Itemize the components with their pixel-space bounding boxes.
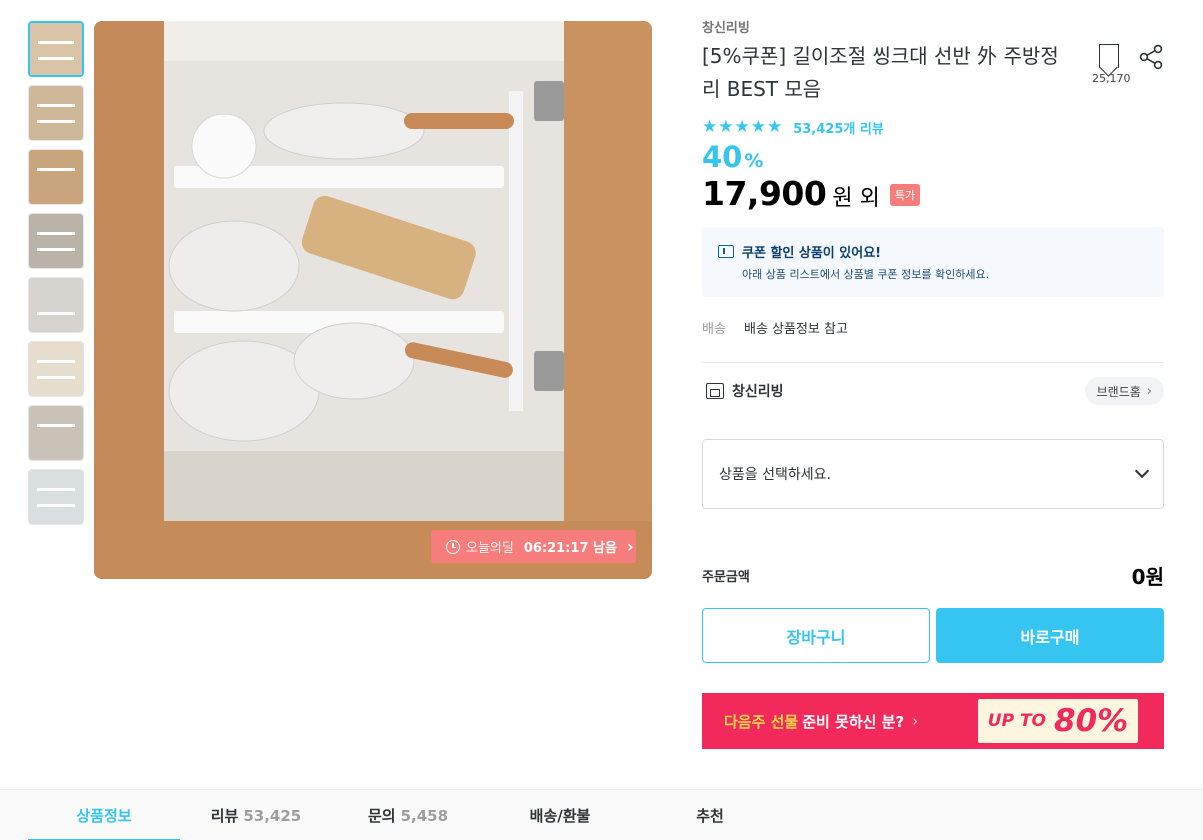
thumbnail-1[interactable]: [28, 21, 84, 77]
add-to-cart-button[interactable]: 장바구니: [702, 608, 930, 663]
thumbnail-3[interactable]: [28, 149, 84, 205]
thumbnail-list: [28, 21, 84, 533]
chevron-right-icon: ›: [1146, 383, 1152, 399]
thumbnail-7[interactable]: [28, 405, 84, 461]
tab-label: 문의: [367, 807, 396, 825]
discount-rate: 40%: [702, 140, 763, 174]
coupon-notice: 쿠폰 할인 상품이 있어요! 아래 상품 리스트에서 상품별 쿠폰 정보를 확인…: [702, 227, 1164, 297]
chevron-down-icon: [1134, 463, 1150, 479]
tab-label: 상품정보: [76, 807, 132, 825]
order-amount-value: 0원: [1131, 565, 1164, 589]
chevron-right-icon: ›: [912, 712, 919, 730]
store-name[interactable]: 창신리빙: [732, 381, 784, 401]
clock-icon: [446, 539, 460, 554]
thumbnail-4[interactable]: [28, 213, 84, 269]
divider: [702, 362, 1164, 363]
tab-recommend[interactable]: 추천: [636, 790, 784, 840]
product-main-image: [94, 21, 652, 579]
price-row: 17,900 원 외 특가: [702, 174, 921, 213]
thumbnail-2[interactable]: [28, 85, 84, 141]
brand-name[interactable]: 창신리빙: [702, 17, 750, 36]
banner-badge: UP TO 80%: [978, 699, 1138, 743]
store-icon: [706, 383, 724, 399]
thumbnail-5[interactable]: [28, 277, 84, 333]
option-select-placeholder: 상품을 선택하세요.: [719, 467, 831, 483]
bookmark-icon: [1099, 44, 1119, 68]
tab-product-info[interactable]: 상품정보: [28, 790, 180, 840]
tab-count: 5,458: [400, 806, 449, 825]
banner-highlight: 다음주 선물: [724, 712, 799, 731]
coupon-icon: [718, 245, 734, 258]
tab-shipping-refund[interactable]: 배송/환불: [484, 790, 636, 840]
bookmark-button[interactable]: 25,170: [1092, 44, 1131, 85]
rating-stars: ★★★★★: [702, 117, 784, 137]
discount-value: 40: [702, 140, 743, 174]
product-option-select[interactable]: 상품을 선택하세요.: [702, 439, 1164, 509]
buy-now-button[interactable]: 바로구매: [936, 608, 1164, 663]
store-row: 창신리빙 브랜드홈 ›: [702, 377, 1164, 405]
tab-label: 추천: [696, 807, 724, 825]
banner-badge-value: 80%: [1054, 703, 1129, 739]
banner-badge-prefix: UP TO: [987, 711, 1047, 731]
tab-questions[interactable]: 문의 5,458: [332, 790, 484, 840]
deal-label: 오늘의딜: [466, 541, 514, 556]
shipping-row: 배송 배송 상품정보 참고: [702, 318, 848, 337]
thumbnail-6[interactable]: [28, 341, 84, 397]
tab-count: 53,425: [243, 806, 302, 825]
shipping-label: 배송: [702, 322, 726, 337]
chevron-right-icon: ›: [626, 537, 634, 556]
banner-text: 준비 못하신 분?: [802, 712, 905, 731]
promo-banner[interactable]: 다음주 선물 준비 못하신 분? › UP TO 80%: [702, 693, 1164, 749]
product-title: [5%쿠폰] 길이조절 씽크대 선반 外 주방정리 BEST 모음: [702, 44, 1059, 101]
tab-label: 배송/환불: [529, 807, 591, 825]
price-unit: 원 외: [832, 186, 880, 211]
discount-unit: %: [744, 150, 764, 172]
deal-countdown: 06:21:17 남음: [523, 541, 617, 556]
tab-label: 리뷰: [210, 807, 239, 825]
share-icon: [1139, 44, 1163, 70]
today-deal-badge[interactable]: 오늘의딜 06:21:17 남음 ›: [431, 530, 636, 563]
special-badge: 특가: [889, 184, 921, 206]
order-amount-row: 주문금액 0원: [702, 561, 1164, 590]
thumbnail-8[interactable]: [28, 469, 84, 525]
brand-home-button[interactable]: 브랜드홈 ›: [1084, 377, 1164, 405]
coupon-subtitle: 아래 상품 리스트에서 상품별 쿠폰 정보를 확인하세요.: [742, 268, 990, 281]
review-count-link[interactable]: 53,425개 리뷰: [793, 118, 884, 137]
price-value: 17,900: [702, 174, 827, 213]
shipping-value: 배송 상품정보 참고: [744, 322, 848, 337]
coupon-title: 쿠폰 할인 상품이 있어요!: [742, 246, 882, 261]
order-amount-label: 주문금액: [702, 570, 750, 585]
tab-reviews[interactable]: 리뷰 53,425: [180, 790, 332, 840]
rating-row: ★★★★★ 53,425개 리뷰: [702, 117, 884, 137]
share-button[interactable]: [1139, 44, 1163, 70]
brand-home-label: 브랜드홈: [1096, 384, 1141, 399]
product-tab-bar: 상품정보 리뷰 53,425 문의 5,458 배송/환불 추천: [0, 789, 1203, 840]
